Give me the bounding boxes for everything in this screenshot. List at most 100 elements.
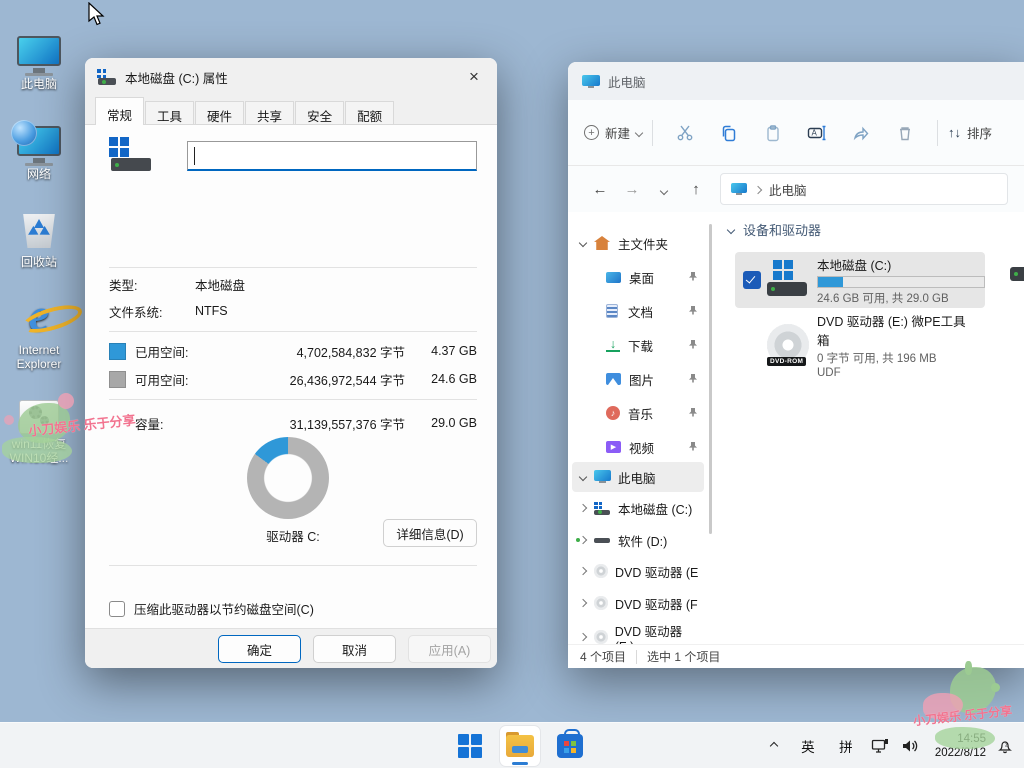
paste-button[interactable] <box>751 115 795 151</box>
sidebar-item-label: DVD 驱动器 (E <box>615 562 698 581</box>
chevron-right-icon <box>579 536 587 544</box>
download-icon: ↓ <box>606 338 620 353</box>
ime-mode-indicator[interactable]: 拼 <box>827 736 865 756</box>
apply-button[interactable]: 应用(A) <box>408 635 491 663</box>
dialog-tabs: 常规 工具 硬件 共享 安全 配额 <box>85 96 497 125</box>
sort-button[interactable]: ↑↓ 排序 <box>948 115 992 151</box>
volume-label-input[interactable] <box>187 141 477 171</box>
tab-general[interactable]: 常规 <box>95 97 144 125</box>
start-button[interactable] <box>450 726 490 766</box>
selected-checkbox[interactable] <box>743 271 761 289</box>
sidebar-item-label: DVD 驱动器 (F <box>615 594 698 613</box>
desktop-icon-label: 此电脑 <box>2 77 76 91</box>
tab-sharing[interactable]: 共享 <box>245 101 294 125</box>
group-header-devices[interactable]: 设备和驱动器 <box>728 220 821 239</box>
rename-button[interactable]: A <box>795 115 839 151</box>
tab-tools[interactable]: 工具 <box>145 101 194 125</box>
sidebar-item-dvd-f[interactable]: DVD 驱动器 (F <box>572 588 704 618</box>
chevron-right-icon <box>579 504 587 512</box>
chevron-down-icon <box>579 473 587 481</box>
desktop-icon-win11-restore[interactable]: win11恢复 WIN10经... <box>2 382 76 466</box>
pin-icon <box>688 338 698 352</box>
dialog-button-bar: 确定 取消 应用(A) <box>85 628 497 668</box>
compress-checkbox[interactable] <box>109 601 125 617</box>
desktop-icon-label-line2: WIN10经... <box>2 451 76 465</box>
delete-button[interactable] <box>883 115 927 151</box>
plus-icon: + <box>584 125 599 140</box>
sidebar-item-drive-d[interactable]: 软件 (D:) <box>572 525 704 555</box>
sidebar-item-home[interactable]: 主文件夹 <box>572 228 704 258</box>
close-icon[interactable]: × <box>455 60 493 94</box>
sidebar-item-desktop[interactable]: 桌面 <box>572 262 704 292</box>
desktop: 此电脑 网络 回收站 e Internet Explorer win <box>0 0 1024 768</box>
notification-bell-icon[interactable]: z <box>986 737 1024 755</box>
history-chevron-icon[interactable] <box>648 181 680 198</box>
free-space-swatch <box>109 371 126 388</box>
dvd-e-tile[interactable]: DVD-ROM DVD 驱动器 (E:) 微PE工具箱 0 字节 可用, 共 1… <box>735 316 985 374</box>
trash-icon <box>896 124 914 142</box>
filesystem-value: NTFS <box>195 304 228 318</box>
sidebar-item-documents[interactable]: 文档 <box>572 296 704 326</box>
forward-icon[interactable]: → <box>616 181 648 198</box>
sidebar-item-label: 桌面 <box>629 268 654 287</box>
sidebar-scrollbar[interactable] <box>709 224 712 534</box>
sidebar-item-pictures[interactable]: 图片 <box>572 364 704 394</box>
chevron-down-icon <box>635 128 643 136</box>
volume-icon[interactable] <box>895 738 925 754</box>
tab-quota[interactable]: 配额 <box>345 101 394 125</box>
copy-icon <box>720 124 738 142</box>
up-icon[interactable]: ↑ <box>680 181 712 198</box>
sidebar-item-videos[interactable]: ▶ 视频 <box>572 432 704 462</box>
ime-language-indicator[interactable]: 英 <box>789 736 827 756</box>
divider <box>109 399 477 400</box>
network-tray-icon[interactable] <box>865 738 895 754</box>
explorer-titlebar[interactable]: 此电脑 <box>568 62 1024 100</box>
store-bag-icon <box>557 734 583 758</box>
sidebar-item-dvd-f2[interactable]: DVD 驱动器 (F:) <box>572 622 704 644</box>
sidebar-item-this-pc[interactable]: 此电脑 <box>572 462 704 492</box>
divider <box>109 331 477 332</box>
tab-security[interactable]: 安全 <box>295 101 344 125</box>
ok-button[interactable]: 确定 <box>218 635 301 663</box>
cancel-button[interactable]: 取消 <box>313 635 396 663</box>
capacity-size: 29.0 GB <box>405 416 477 430</box>
compress-checkbox-row[interactable]: 压缩此驱动器以节约磁盘空间(C) <box>109 599 314 618</box>
breadcrumb-item[interactable]: 此电脑 <box>769 180 807 199</box>
taskbar-clock[interactable]: 14:55 2022/8/12 <box>935 732 986 761</box>
tray-chevron-up[interactable] <box>759 743 789 749</box>
drive-c-tile[interactable]: 本地磁盘 (C:) 24.6 GB 可用, 共 29.0 GB <box>735 252 985 308</box>
mouse-cursor <box>86 2 106 31</box>
desktop-icon-network[interactable]: 网络 <box>2 112 76 181</box>
dvd-icon <box>594 564 608 578</box>
breadcrumb[interactable]: 此电脑 <box>720 173 1008 205</box>
explorer-addressbar: ← → ↑ 此电脑 <box>568 166 1024 212</box>
details-button[interactable]: 详细信息(D) <box>383 519 477 547</box>
desktop-icon-this-pc[interactable]: 此电脑 <box>2 22 76 91</box>
desktop-icon-recycle-bin[interactable]: 回收站 <box>2 200 76 269</box>
drive-c-usage-bar <box>817 276 985 288</box>
dvd-e-free: 0 字节 可用, 共 196 MB <box>817 350 977 366</box>
cut-button[interactable] <box>663 115 707 151</box>
explorer-tab-title: 此电脑 <box>608 72 646 91</box>
tab-hardware[interactable]: 硬件 <box>195 101 244 125</box>
pin-icon <box>688 304 698 318</box>
sidebar-item-dvd-e[interactable]: DVD 驱动器 (E <box>572 556 704 586</box>
rename-icon: A <box>807 124 827 142</box>
sort-arrows-icon: ↑↓ <box>948 125 961 140</box>
sidebar-item-music[interactable]: ♪ 音乐 <box>572 398 704 428</box>
sidebar-item-drive-c[interactable]: 本地磁盘 (C:) <box>572 493 704 523</box>
back-icon[interactable]: ← <box>584 181 616 198</box>
copy-button[interactable] <box>707 115 751 151</box>
microsoft-store-button[interactable] <box>550 726 590 766</box>
chevron-right-icon <box>579 567 587 575</box>
compress-checkbox-label: 压缩此驱动器以节约磁盘空间(C) <box>134 599 314 618</box>
share-button[interactable] <box>839 115 883 151</box>
drive-c-icon <box>767 260 809 300</box>
new-button[interactable]: + 新建 <box>584 115 642 151</box>
taskbar: 英 拼 14:55 2022/8/12 z <box>0 722 1024 768</box>
desktop-icon-internet-explorer[interactable]: e Internet Explorer <box>2 288 76 372</box>
sidebar-item-downloads[interactable]: ↓ 下载 <box>572 330 704 360</box>
dialog-titlebar[interactable]: 本地磁盘 (C:) 属性 × <box>85 58 497 96</box>
new-button-label: 新建 <box>605 123 630 142</box>
file-explorer-taskbar-button[interactable] <box>500 726 540 766</box>
